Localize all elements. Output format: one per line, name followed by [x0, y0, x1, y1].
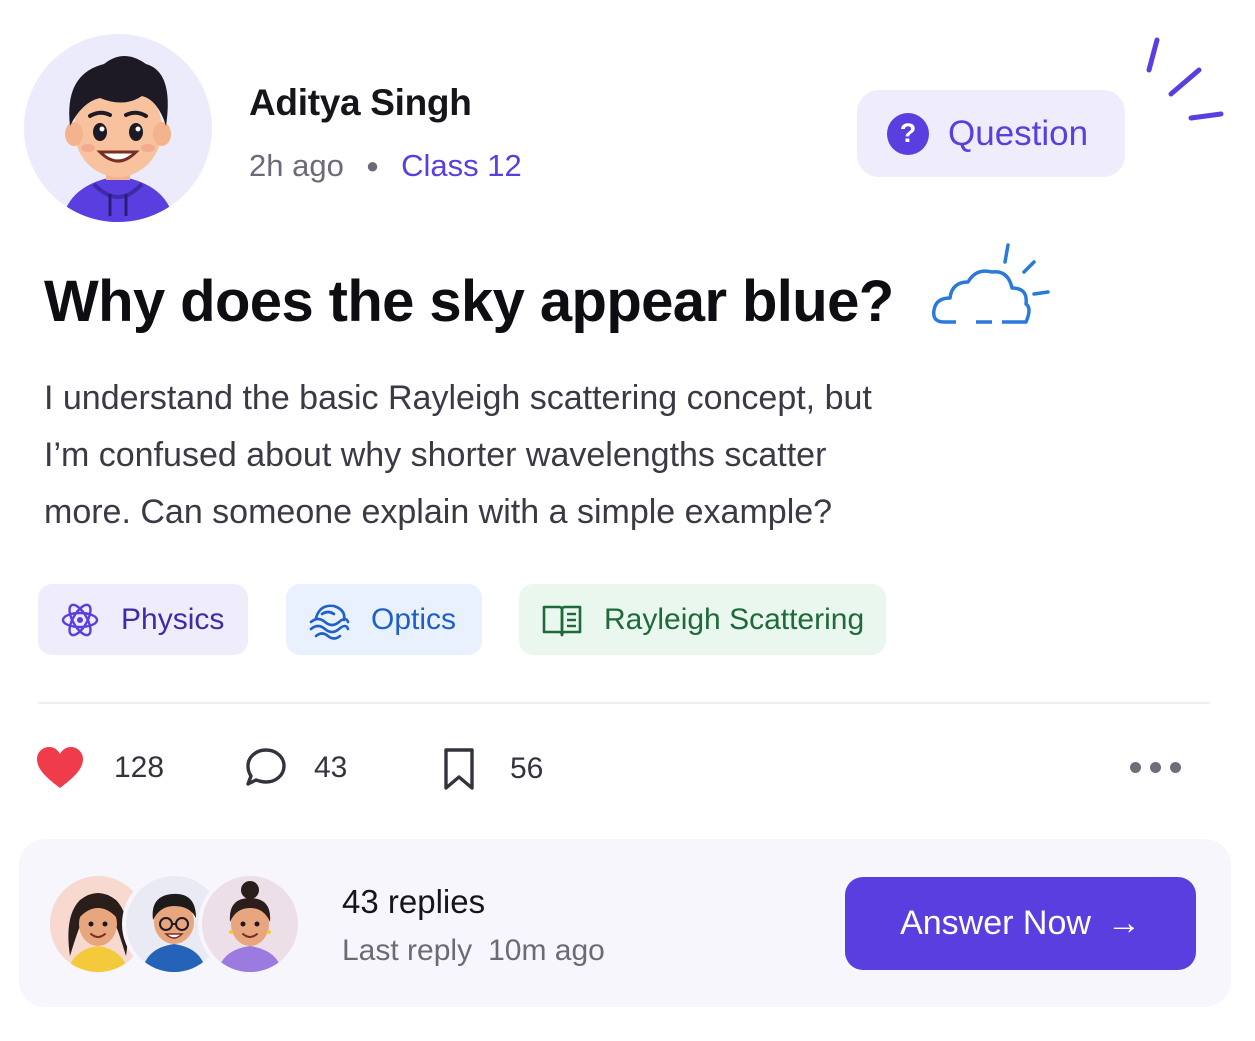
post-title: Why does the sky appear blue?	[44, 269, 894, 334]
tag-label: Physics	[121, 602, 225, 636]
question-mark-icon: ?	[887, 112, 929, 155]
last-reply: Last reply 10m ago	[342, 934, 605, 968]
girl-bun-avatar-illustration	[218, 881, 282, 972]
boy-avatar-illustration	[62, 56, 174, 222]
bookmark-button[interactable]: 56	[440, 746, 543, 792]
question-badge-label: Question	[948, 113, 1089, 153]
comment-button[interactable]: 43	[244, 746, 347, 790]
heart-icon	[37, 747, 83, 788]
meta-separator: ●	[365, 153, 380, 178]
tag-physics[interactable]: Physics	[38, 584, 248, 655]
post-meta: 2h ago ● Class 12	[249, 148, 522, 184]
author-avatar[interactable]	[24, 34, 212, 222]
cloud-icon	[931, 243, 1050, 324]
reply-count[interactable]: 43 replies	[342, 883, 485, 921]
post-body-line: I understand the basic Rayleigh scatteri…	[44, 379, 872, 417]
answer-now-button[interactable]: Answer Now →	[845, 877, 1196, 970]
tag-label: Rayleigh Scattering	[604, 602, 865, 636]
comment-icon	[246, 748, 286, 786]
last-reply-label: Last reply	[342, 934, 473, 967]
last-reply-time: 10m ago	[488, 934, 605, 967]
waves-icon	[309, 603, 350, 640]
avatar	[198, 872, 302, 976]
arrow-right-icon: →	[1106, 904, 1141, 942]
sparkle-icon	[1146, 37, 1224, 121]
tag-optics[interactable]: Optics	[286, 584, 482, 655]
book-icon	[542, 605, 582, 636]
divider	[38, 702, 1210, 704]
question-badge: ? Question	[857, 90, 1125, 177]
post-body: I understand the basic Rayleigh scatteri…	[44, 370, 1004, 541]
like-count: 128	[114, 751, 165, 784]
post-body-line: more. Can someone explain with a simple …	[44, 493, 833, 531]
post-body-line: I’m confused about why shorter wavelengt…	[44, 436, 827, 474]
bookmark-icon	[444, 748, 474, 790]
answer-now-label: Answer Now	[900, 904, 1091, 942]
like-button[interactable]: 128	[36, 746, 164, 790]
more-options-icon[interactable]	[1130, 762, 1181, 773]
tag-label: Optics	[371, 602, 457, 636]
author-name[interactable]: Aditya Singh	[249, 82, 472, 124]
atom-icon	[61, 603, 99, 636]
class-link[interactable]: Class 12	[401, 148, 522, 184]
posted-time: 2h ago	[249, 148, 344, 183]
comment-count: 43	[314, 751, 348, 784]
bookmark-count: 56	[510, 752, 544, 785]
tag-rayleigh-scattering[interactable]: Rayleigh Scattering	[519, 584, 886, 655]
